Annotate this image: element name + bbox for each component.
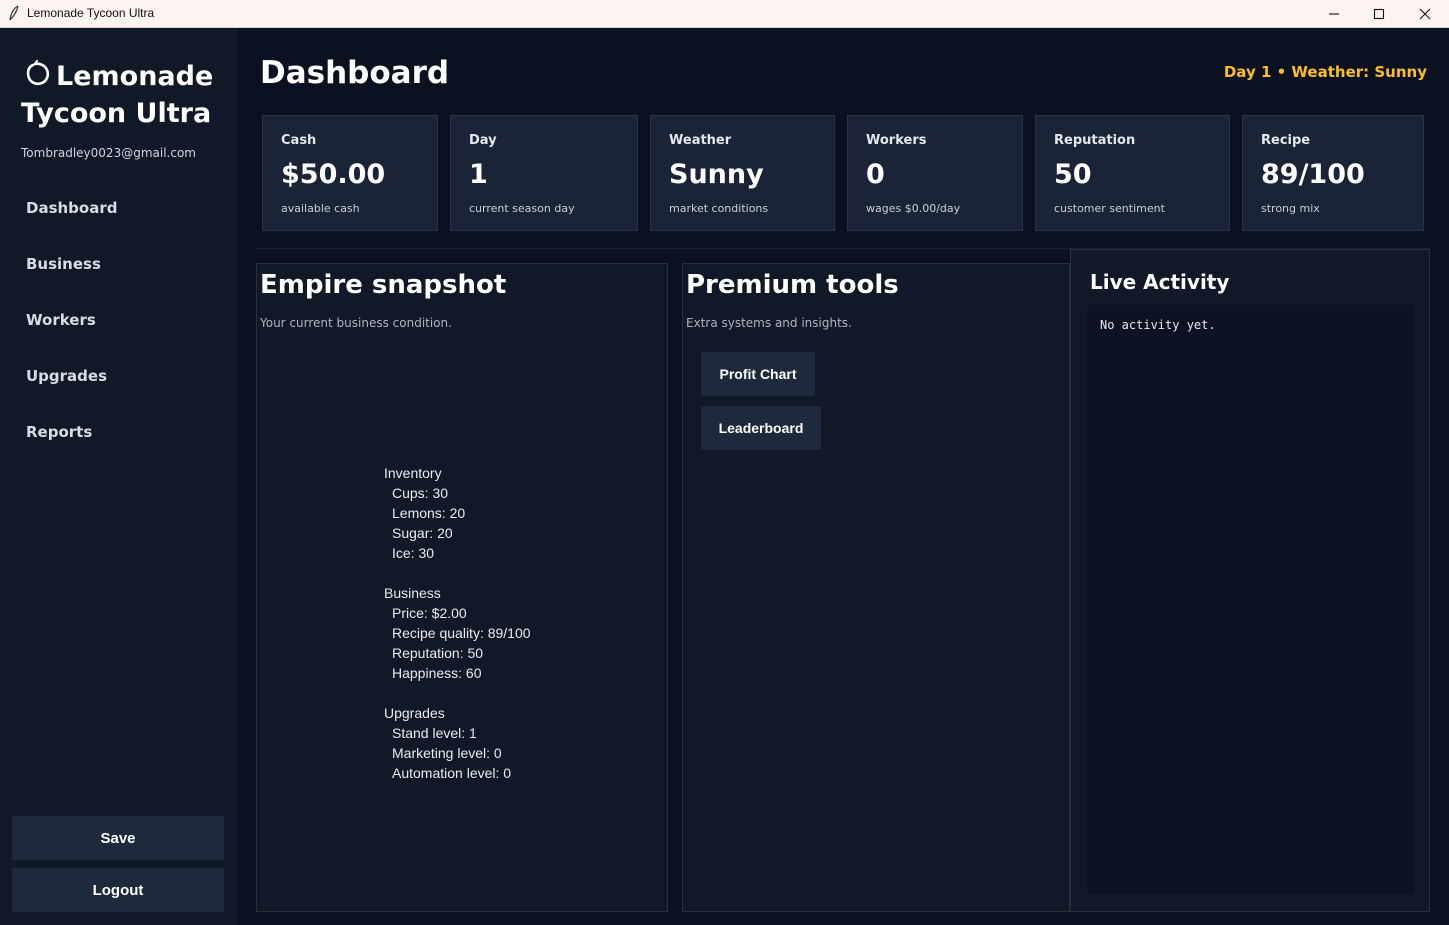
stat-label: Cash bbox=[281, 133, 317, 148]
stat-value: 89/100 bbox=[1261, 159, 1365, 190]
day-weather-status: Day 1 • Weather: Sunny bbox=[1223, 63, 1427, 81]
stat-caption: available cash bbox=[281, 202, 360, 215]
stat-label: Workers bbox=[866, 133, 927, 148]
activity-log[interactable] bbox=[1087, 305, 1414, 894]
inventory-item: Sugar: 20 bbox=[392, 525, 453, 541]
page-title: Dashboard bbox=[260, 55, 450, 91]
leaderboard-button[interactable]: Leaderboard bbox=[701, 406, 821, 450]
user-email: Tombradley0023@gmail.com bbox=[21, 146, 196, 160]
empire-snapshot-title: Empire snapshot bbox=[260, 270, 507, 300]
nav-business[interactable]: Business bbox=[26, 255, 101, 273]
window-title: Lemonade Tycoon Ultra bbox=[27, 6, 155, 20]
stat-value: $50.00 bbox=[281, 159, 386, 190]
stat-caption: strong mix bbox=[1261, 202, 1320, 215]
maximize-icon bbox=[1373, 8, 1385, 19]
stat-card-cash: Cash $50.00 available cash bbox=[262, 115, 438, 231]
stat-caption: wages $0.00/day bbox=[866, 202, 961, 215]
logout-button[interactable]: Logout bbox=[12, 868, 224, 912]
window-titlebar: Lemonade Tycoon Ultra bbox=[0, 0, 1449, 28]
inventory-item: Lemons: 20 bbox=[392, 505, 466, 521]
upgrades-heading: Upgrades bbox=[384, 705, 445, 721]
stat-caption: customer sentiment bbox=[1054, 202, 1165, 215]
inventory-heading: Inventory bbox=[384, 465, 442, 481]
close-button[interactable] bbox=[1402, 0, 1448, 27]
sidebar: Lemonade Tycoon Ultra Tombradley0023@gma… bbox=[0, 28, 238, 925]
nav-workers[interactable]: Workers bbox=[26, 311, 96, 329]
empire-snapshot-details: Inventory Cups: 30 Lemons: 20 Sugar: 20 … bbox=[384, 463, 531, 783]
stat-value: Sunny bbox=[669, 159, 764, 190]
stat-value: 1 bbox=[469, 159, 488, 190]
premium-tools-subtitle: Extra systems and insights. bbox=[686, 316, 852, 330]
stat-caption: current season day bbox=[469, 202, 575, 215]
minimize-icon bbox=[1329, 12, 1339, 15]
lemon-icon bbox=[26, 60, 50, 86]
stat-label: Weather bbox=[669, 133, 732, 148]
upgrade-item: Automation level: 0 bbox=[392, 765, 512, 781]
stat-caption: market conditions bbox=[669, 202, 769, 215]
business-item: Happiness: 60 bbox=[392, 665, 482, 681]
stat-label: Recipe bbox=[1261, 133, 1311, 148]
empire-snapshot-subtitle: Your current business condition. bbox=[260, 316, 452, 330]
close-icon bbox=[1419, 8, 1431, 19]
business-item: Price: $2.00 bbox=[392, 605, 467, 621]
brand-name-line2: Tycoon Ultra bbox=[21, 98, 212, 129]
stat-card-reputation: Reputation 50 customer sentiment bbox=[1035, 115, 1230, 231]
stat-card-weather: Weather Sunny market conditions bbox=[650, 115, 835, 231]
business-item: Reputation: 50 bbox=[392, 645, 484, 661]
business-heading: Business bbox=[384, 585, 441, 601]
stat-card-workers: Workers 0 wages $0.00/day bbox=[847, 115, 1023, 231]
nav-reports[interactable]: Reports bbox=[26, 423, 92, 441]
stat-card-day: Day 1 current season day bbox=[450, 115, 638, 231]
maximize-button[interactable] bbox=[1356, 0, 1402, 27]
minimize-button[interactable] bbox=[1311, 0, 1357, 27]
business-item: Recipe quality: 89/100 bbox=[392, 625, 531, 641]
feather-icon bbox=[9, 5, 19, 21]
brand-name-line1: Lemonade bbox=[56, 61, 214, 92]
nav-dashboard[interactable]: Dashboard bbox=[26, 199, 117, 217]
activity-log-text: No activity yet. bbox=[1100, 318, 1216, 332]
stat-label: Reputation bbox=[1054, 133, 1136, 148]
upgrade-item: Stand level: 1 bbox=[392, 725, 477, 741]
stat-card-recipe: Recipe 89/100 strong mix bbox=[1242, 115, 1424, 231]
brand: Lemonade Tycoon Ultra bbox=[21, 58, 231, 132]
inventory-item: Cups: 30 bbox=[392, 485, 449, 501]
live-activity-title: Live Activity bbox=[1090, 270, 1230, 294]
upgrade-item: Marketing level: 0 bbox=[392, 745, 502, 761]
save-button[interactable]: Save bbox=[12, 816, 224, 860]
profit-chart-button[interactable]: Profit Chart bbox=[701, 352, 815, 396]
nav-upgrades[interactable]: Upgrades bbox=[26, 367, 107, 385]
inventory-item: Ice: 30 bbox=[392, 545, 435, 561]
stat-value: 0 bbox=[866, 159, 885, 190]
stat-label: Day bbox=[469, 133, 497, 148]
stat-value: 50 bbox=[1054, 159, 1092, 190]
premium-tools-title: Premium tools bbox=[686, 270, 899, 300]
